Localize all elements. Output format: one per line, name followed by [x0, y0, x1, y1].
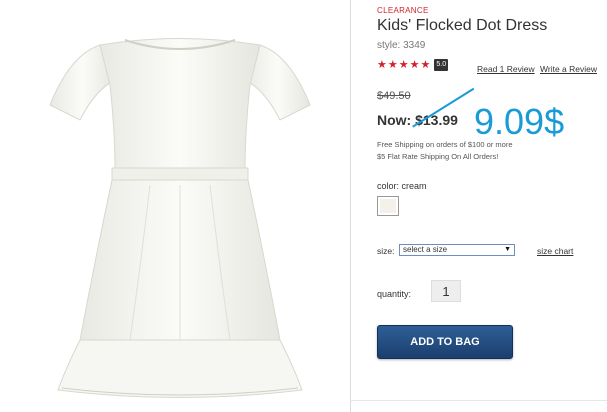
- product-image-panel: [0, 0, 350, 412]
- dropdown-arrow-icon: ▼: [504, 246, 511, 253]
- quantity-input[interactable]: 1: [431, 280, 461, 302]
- add-to-bag-button[interactable]: ADD TO BAG: [377, 325, 513, 359]
- size-select[interactable]: select a size ▼: [399, 244, 515, 256]
- bottom-rule: [350, 400, 607, 401]
- color-label: color: cream: [377, 181, 427, 191]
- star-icon: ★: [398, 58, 409, 71]
- read-reviews-link[interactable]: Read 1 Review: [477, 64, 535, 74]
- original-price: $49.50: [377, 90, 411, 102]
- rating-stars: ★ ★ ★ ★ ★ 5.0: [377, 58, 449, 71]
- star-icon: ★: [377, 58, 387, 71]
- star-icon: ★: [420, 58, 431, 71]
- size-chart-link[interactable]: size chart: [537, 246, 573, 256]
- size-select-value: select a size: [403, 245, 448, 254]
- clearance-badge: CLEARANCE: [377, 6, 429, 15]
- product-style-number: style: 3349: [377, 40, 426, 51]
- sale-price: Now: $13.99: [377, 112, 458, 128]
- shipping-note-free: Free Shipping on orders of $100 or more: [377, 140, 513, 149]
- color-swatch-cream[interactable]: [377, 196, 399, 216]
- product-image-dress[interactable]: [40, 10, 320, 405]
- annotation-price: 9.09$: [474, 101, 565, 142]
- star-icon: ★: [387, 58, 398, 71]
- shipping-note-flat: $5 Flat Rate Shipping On All Orders!: [377, 152, 499, 161]
- rating-score: 5.0: [434, 59, 449, 71]
- size-label: size:: [377, 246, 395, 256]
- panel-divider: [350, 0, 351, 412]
- product-title: Kids' Flocked Dot Dress: [377, 17, 548, 34]
- star-icon: ★: [409, 58, 420, 71]
- quantity-label: quantity:: [377, 289, 412, 299]
- write-review-link[interactable]: Write a Review: [540, 64, 597, 74]
